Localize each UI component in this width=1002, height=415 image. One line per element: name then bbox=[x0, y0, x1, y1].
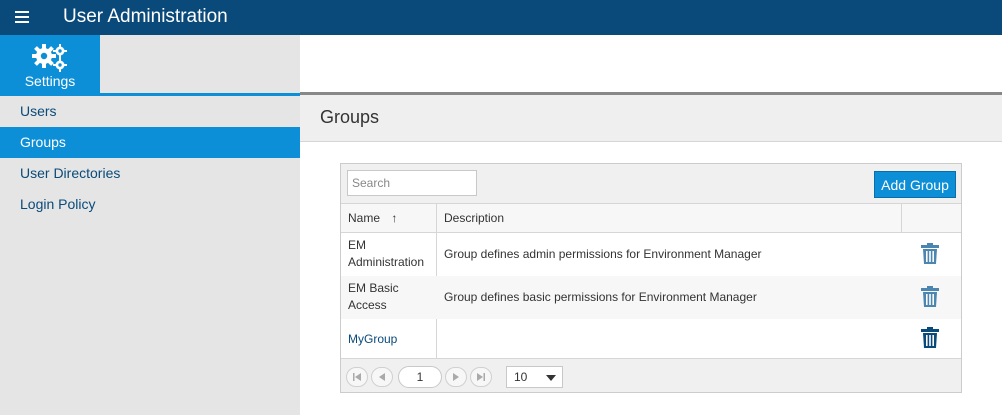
next-page-icon bbox=[453, 373, 459, 381]
sort-ascending-icon: ↑ bbox=[391, 211, 398, 225]
last-page-button[interactable] bbox=[470, 367, 492, 387]
previous-page-icon bbox=[379, 373, 385, 381]
group-name-line: Access bbox=[348, 298, 387, 312]
table-header: Name ↑ Description bbox=[341, 204, 961, 233]
sidebar-item-user-directories[interactable]: User Directories bbox=[0, 158, 300, 189]
group-name-line: EM bbox=[348, 238, 366, 252]
page-title: Groups bbox=[320, 107, 380, 127]
sidebar: Users Groups User Directories Login Poli… bbox=[0, 96, 300, 415]
groups-panel: Add Group Name ↑ Description EM Administ… bbox=[340, 163, 962, 393]
group-name-link[interactable]: MyGroup bbox=[348, 331, 433, 348]
page-number-input[interactable]: 1 bbox=[398, 366, 442, 388]
column-divider bbox=[901, 204, 902, 233]
group-description-cell: Group defines basic permissions for Envi… bbox=[444, 290, 757, 304]
pager: 1 10 bbox=[341, 358, 961, 392]
table-row: EM Basic Access Group defines basic perm… bbox=[341, 276, 961, 319]
group-name-cell: EM Basic Access bbox=[348, 280, 433, 314]
previous-page-button[interactable] bbox=[371, 367, 393, 387]
page-header: Groups bbox=[300, 95, 1002, 142]
trash-icon[interactable] bbox=[921, 327, 939, 348]
trash-icon[interactable] bbox=[921, 286, 939, 307]
app-title: User Administration bbox=[63, 6, 228, 27]
column-name-label: Name bbox=[348, 211, 381, 225]
tab-strip: Settings bbox=[0, 35, 300, 93]
tab-settings[interactable]: Settings bbox=[0, 35, 100, 93]
chevron-down-icon bbox=[546, 375, 556, 381]
sidebar-item-users[interactable]: Users bbox=[0, 96, 300, 127]
panel-toolbar: Add Group bbox=[341, 164, 961, 204]
next-page-button[interactable] bbox=[445, 367, 467, 387]
group-name-line: EM Basic bbox=[348, 281, 399, 295]
sidebar-item-groups[interactable]: Groups bbox=[0, 127, 300, 158]
table-row: EM Administration Group defines admin pe… bbox=[341, 233, 961, 276]
sidebar-item-login-policy[interactable]: Login Policy bbox=[0, 189, 300, 220]
search-input[interactable] bbox=[347, 170, 477, 196]
page-size-value: 10 bbox=[514, 370, 528, 384]
group-name-line: Administration bbox=[348, 255, 425, 269]
column-header-name[interactable]: Name ↑ bbox=[348, 211, 397, 225]
first-page-icon bbox=[353, 373, 361, 381]
column-header-description: Description bbox=[444, 211, 505, 225]
table-row: MyGroup bbox=[341, 319, 961, 358]
page-size-select[interactable]: 10 bbox=[506, 366, 563, 388]
hamburger-icon[interactable] bbox=[15, 11, 29, 23]
settings-tab-label: Settings bbox=[24, 73, 76, 89]
gears-icon bbox=[32, 44, 67, 72]
top-bar: User Administration bbox=[0, 0, 1002, 35]
trash-icon[interactable] bbox=[921, 243, 939, 264]
add-group-button[interactable]: Add Group bbox=[874, 171, 956, 198]
group-name-cell: EM Administration bbox=[348, 237, 433, 271]
first-page-button[interactable] bbox=[346, 367, 368, 387]
last-page-icon bbox=[477, 373, 485, 381]
group-description-cell: Group defines admin permissions for Envi… bbox=[444, 247, 762, 261]
